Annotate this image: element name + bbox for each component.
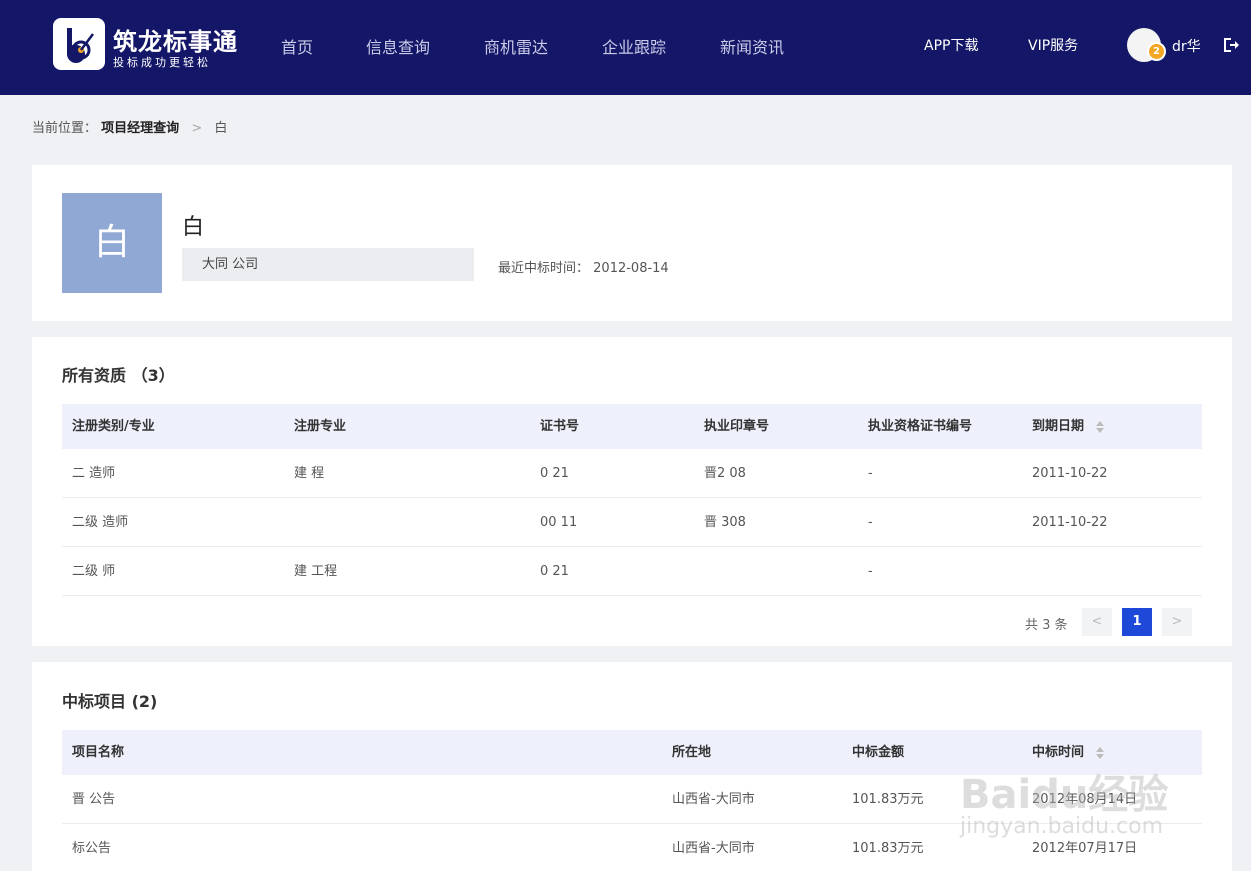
cell-project-name[interactable]: 标公告 <box>72 824 111 871</box>
col-qual-cert-no: 执业资格证书编号 <box>868 419 973 434</box>
cell-reg-category: 二级 师 <box>72 564 116 579</box>
latest-award-label: 最近中标时间： <box>498 261 590 276</box>
breadcrumb-current: 白 <box>214 121 228 136</box>
profile-name: 白 <box>182 215 205 240</box>
col-expiry-date[interactable]: 到期日期 <box>1032 404 1105 449</box>
cell-cert-no: 0 21 <box>540 564 569 579</box>
logo-slogan: 投标成功更轻松 <box>113 56 211 69</box>
cell-award-time: 2012年07月17日 <box>1032 841 1138 856</box>
cell-seal-no: 晋2 08 <box>704 466 746 481</box>
pager-total: 共 3 条 <box>1025 618 1068 633</box>
table-row[interactable]: 晋 公告 山西省-大同市 101.83万元 2012年08月14日 <box>62 775 1202 824</box>
breadcrumb-separator: > <box>191 121 203 136</box>
col-project-name: 项目名称 <box>72 745 125 760</box>
cell-award-amount: 101.83万元 <box>852 792 924 807</box>
nav-news[interactable]: 新闻资讯 <box>720 34 784 58</box>
breadcrumb: 当前位置： 项目经理查询 > 白 <box>32 117 227 136</box>
logo-title[interactable]: 筑龙标事通 <box>113 22 238 57</box>
top-navbar: 筑龙标事通 投标成功更轻松 首页 信息查询 商机雷达 企业跟踪 新闻资讯 APP… <box>0 0 1251 95</box>
col-expiry-label: 到期日期 <box>1032 419 1085 434</box>
profile-avatar: 白 <box>62 193 162 293</box>
projects-card: 中标项目 (2) 项目名称 所在地 中标金额 中标时间 晋 公告 山西省-大同市… <box>32 662 1232 871</box>
table-header: 项目名称 所在地 中标金额 中标时间 <box>62 730 1202 775</box>
table-header: 注册类别/专业 注册专业 证书号 执业印章号 执业资格证书编号 到期日期 <box>62 404 1202 449</box>
table-row[interactable]: 标公告 山西省-大同市 101.83万元 2012年07月17日 <box>62 824 1202 871</box>
sort-icon[interactable] <box>1095 746 1105 759</box>
sort-icon[interactable] <box>1095 420 1105 433</box>
latest-award-date: 2012-08-14 <box>593 261 669 276</box>
cell-reg-category: 二 造师 <box>72 466 116 481</box>
pager-page-1[interactable]: 1 <box>1122 608 1152 636</box>
qualifications-title: 所有资质 （3） <box>62 366 175 385</box>
cell-reg-specialty: 建 程 <box>294 466 325 481</box>
cell-expiry-date: 2011-10-22 <box>1032 515 1108 530</box>
cell-qual-cert-no: - <box>868 466 873 481</box>
cell-reg-category: 二级 造师 <box>72 515 129 530</box>
col-reg-specialty: 注册专业 <box>294 419 347 434</box>
qualifications-card: 所有资质 （3） 注册类别/专业 注册专业 证书号 执业印章号 执业资格证书编号… <box>32 337 1232 646</box>
cell-project-name[interactable]: 晋 公告 <box>72 775 115 824</box>
username[interactable]: dr华 <box>1172 36 1201 56</box>
logo-icon[interactable] <box>53 18 105 70</box>
cell-award-time: 2012年08月14日 <box>1032 792 1138 807</box>
cell-qual-cert-no: - <box>868 564 873 579</box>
col-award-amount: 中标金额 <box>852 745 905 760</box>
user-level-badge: 2 <box>1147 42 1166 61</box>
cell-location: 山西省-大同市 <box>672 792 755 807</box>
vip-service-link[interactable]: VIP服务 <box>1028 35 1078 55</box>
nav-company-tracking[interactable]: 企业跟踪 <box>602 34 666 58</box>
cell-seal-no: 晋 308 <box>704 515 746 530</box>
cell-qual-cert-no: - <box>868 515 873 530</box>
col-location: 所在地 <box>672 745 712 760</box>
nav-opportunity-radar[interactable]: 商机雷达 <box>484 34 548 58</box>
app-download-link[interactable]: APP下载 <box>924 35 978 55</box>
pager-next-button[interactable]: > <box>1162 608 1192 636</box>
nav-info-query[interactable]: 信息查询 <box>366 34 430 58</box>
latest-award-time: 最近中标时间： 2012-08-14 <box>498 257 669 276</box>
nav-home[interactable]: 首页 <box>281 34 313 58</box>
projects-table: 项目名称 所在地 中标金额 中标时间 晋 公告 山西省-大同市 101.83万元… <box>62 730 1202 871</box>
profile-card: 白 白 大同 公司 最近中标时间： 2012-08-14 <box>32 165 1232 321</box>
qualifications-table: 注册类别/专业 注册专业 证书号 执业印章号 执业资格证书编号 到期日期 二 造… <box>62 404 1202 596</box>
table-row: 二 造师 建 程 0 21 晋2 08 - 2011-10-22 <box>62 449 1202 498</box>
cell-location: 山西省-大同市 <box>672 841 755 856</box>
pager-prev-button[interactable]: < <box>1082 608 1112 636</box>
cell-cert-no: 0 21 <box>540 466 569 481</box>
col-cert-no: 证书号 <box>540 419 580 434</box>
breadcrumb-manager-query[interactable]: 项目经理查询 <box>101 121 179 136</box>
table-row: 二级 造师 00 11 晋 308 - 2011-10-22 <box>62 498 1202 547</box>
col-award-time-label: 中标时间 <box>1032 745 1085 760</box>
cell-expiry-date: 2011-10-22 <box>1032 466 1108 481</box>
col-seal-no: 执业印章号 <box>704 419 770 434</box>
cell-reg-specialty: 建 工程 <box>294 564 338 579</box>
breadcrumb-prefix: 当前位置： <box>32 121 98 136</box>
cell-award-amount: 101.83万元 <box>852 841 924 856</box>
col-award-time[interactable]: 中标时间 <box>1032 730 1105 775</box>
col-reg-category: 注册类别/专业 <box>72 419 155 434</box>
table-row: 二级 师 建 工程 0 21 - <box>62 547 1202 596</box>
projects-title: 中标项目 (2) <box>62 692 158 711</box>
logout-icon[interactable] <box>1222 36 1240 58</box>
cell-cert-no: 00 11 <box>540 515 578 530</box>
profile-company-tag[interactable]: 大同 公司 <box>182 248 474 281</box>
